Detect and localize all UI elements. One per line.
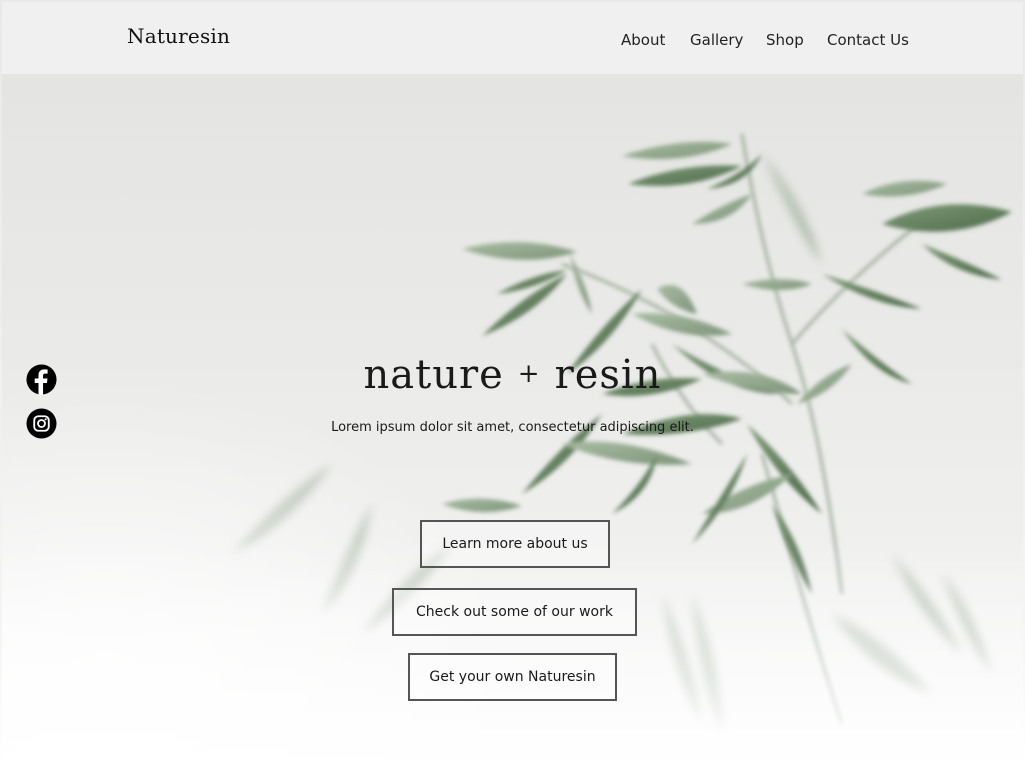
hero-title-nature: nature — [363, 352, 504, 398]
hero-title: nature + resin — [0, 352, 1025, 398]
background-fade-bottom — [2, 537, 1023, 767]
nav-link-about[interactable]: About — [621, 31, 665, 49]
get-naturesin-button[interactable]: Get your own Naturesin — [408, 653, 617, 701]
learn-more-button[interactable]: Learn more about us — [420, 520, 610, 568]
nav-link-shop[interactable]: Shop — [766, 31, 804, 49]
hero-title-plus: + — [517, 359, 541, 389]
nav-link-contact-us[interactable]: Contact Us — [827, 31, 909, 49]
check-out-work-button[interactable]: Check out some of our work — [392, 588, 637, 636]
page: Naturesin About Gallery Shop Contact Us … — [0, 0, 1025, 769]
hero-title-resin: resin — [554, 352, 662, 398]
top-navbar: Naturesin About Gallery Shop Contact Us — [2, 2, 1023, 74]
nav-link-gallery[interactable]: Gallery — [690, 31, 743, 49]
hero-subtitle: Lorem ipsum dolor sit amet, consectetur … — [331, 420, 694, 435]
brand-logo[interactable]: Naturesin — [127, 24, 230, 48]
